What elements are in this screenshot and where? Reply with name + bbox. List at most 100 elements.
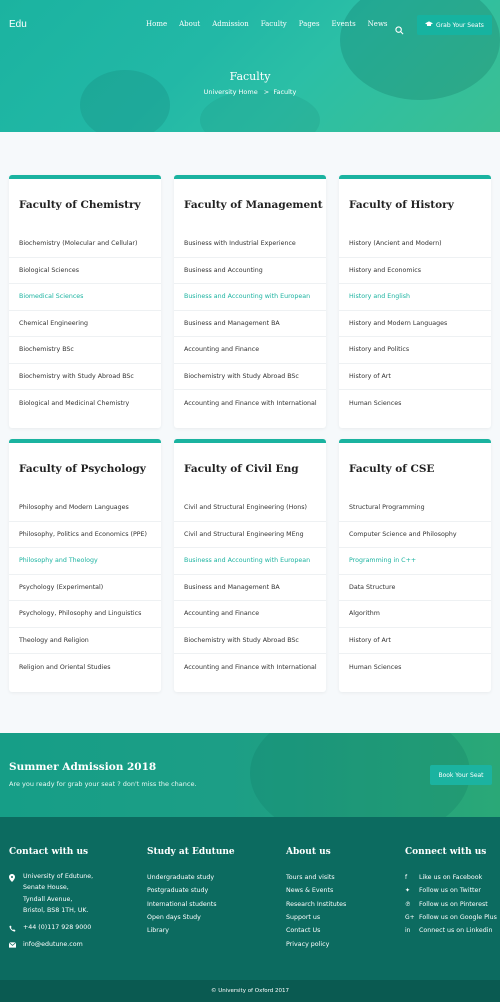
faculty-card-title: Faculty of History: [349, 199, 454, 211]
course-link[interactable]: Business and Management BA: [174, 575, 326, 601]
course-link[interactable]: Business and Accounting: [174, 258, 326, 284]
course-link[interactable]: Chemical Engineering: [9, 311, 161, 337]
footer-link[interactable]: Library: [147, 924, 217, 937]
footer-link[interactable]: Support us: [286, 911, 346, 924]
email-link[interactable]: info@edutune.com: [23, 941, 83, 948]
course-link[interactable]: History and Economics: [339, 258, 491, 284]
course-link[interactable]: History and Modern Languages: [339, 311, 491, 337]
footer-link[interactable]: International students: [147, 898, 217, 911]
address-block: University of Edutune, Senate House, Tyn…: [23, 871, 93, 916]
social-link-list: f Like us on Facebook ✦ Follow us on Twitt…: [405, 871, 497, 937]
social-link-label: Follow us on Google Plus: [419, 914, 497, 922]
course-link[interactable]: Data Structure: [339, 575, 491, 601]
course-link[interactable]: Biochemistry with Study Abroad BSc: [9, 364, 161, 390]
social-link-linkedin[interactable]: in Connect us on Linkedin: [405, 924, 497, 937]
hero-background-shape: [200, 90, 320, 132]
course-link[interactable]: Philosophy and Modern Languages: [9, 495, 161, 522]
phone-icon: [9, 925, 16, 934]
course-link[interactable]: Computer Science and Philosophy: [339, 522, 491, 548]
course-link[interactable]: Business and Accounting with European: [174, 548, 326, 575]
book-your-seat-button[interactable]: Book Your Seat: [430, 765, 492, 785]
course-link[interactable]: Human Sciences: [339, 390, 491, 417]
course-link[interactable]: Algorithm: [339, 601, 491, 628]
facebook-icon: f: [405, 874, 408, 882]
footer-link[interactable]: Postgraduate study: [147, 884, 217, 897]
course-link[interactable]: Biological and Medicinal Chemistry: [9, 390, 161, 417]
menu-item-admission[interactable]: Admission: [212, 20, 249, 28]
social-link-facebook[interactable]: f Like us on Facebook: [405, 871, 497, 884]
course-link[interactable]: Biochemistry (Molecular and Cellular): [9, 231, 161, 258]
site-logo[interactable]: Edu: [9, 19, 27, 30]
menu-item-events[interactable]: Events: [332, 20, 356, 28]
course-link[interactable]: Human Sciences: [339, 654, 491, 681]
social-link-label: Follow us on Pinterest: [419, 900, 488, 908]
admission-banner: Summer Admission 2018 Are you ready for …: [0, 733, 500, 817]
course-link[interactable]: History (Ancient and Modern): [339, 231, 491, 258]
menu-item-about[interactable]: About: [179, 20, 200, 28]
breadcrumb: University Home > Faculty: [0, 88, 500, 96]
menu-item-pages[interactable]: Pages: [299, 20, 320, 28]
social-link-label: Like us on Facebook: [419, 874, 483, 882]
address-line: University of Edutune,: [23, 873, 94, 880]
social-link-twitter[interactable]: ✦ Follow us on Twitter: [405, 884, 497, 897]
course-link[interactable]: History of Art: [339, 364, 491, 390]
course-list: Philosophy and Modern Languages Philosop…: [9, 495, 161, 681]
course-link[interactable]: Accounting and Finance with Internationa…: [174, 390, 326, 417]
footer-link[interactable]: Tours and visits: [286, 871, 346, 884]
grab-your-seats-button[interactable]: Grab Your Seats: [417, 15, 492, 35]
faculty-card-civil-eng: Faculty of Civil Eng Civil and Structura…: [174, 439, 326, 692]
footer-link-list: Tours and visits News & Events Research …: [286, 871, 346, 951]
course-link[interactable]: Biological Sciences: [9, 258, 161, 284]
course-link[interactable]: Accounting and Finance: [174, 601, 326, 628]
course-link[interactable]: Programming in C++: [339, 548, 491, 575]
course-link[interactable]: Civil and Structural Engineering (Hons): [174, 495, 326, 522]
footer-heading: Connect with us: [405, 847, 487, 857]
social-link-pinterest[interactable]: ℗ Follow us on Pinterest: [405, 898, 497, 911]
course-link[interactable]: Structural Programming: [339, 495, 491, 522]
course-link[interactable]: Biochemistry with Study Abroad BSc: [174, 628, 326, 654]
course-link[interactable]: Philosophy and Theology: [9, 548, 161, 575]
social-link-label: Follow us on Twitter: [419, 887, 481, 895]
faculty-card-title: Faculty of Civil Eng: [184, 463, 299, 475]
course-link[interactable]: Biochemistry with Study Abroad BSc: [174, 364, 326, 390]
copyright: © University of Oxford 2017: [0, 980, 500, 1002]
menu-item-home[interactable]: Home: [146, 20, 167, 28]
address-line: Tyndall Avenue,: [23, 895, 73, 903]
social-link-google-plus[interactable]: G+ Follow us on Google Plus: [405, 911, 497, 924]
phone-number[interactable]: +44 (0)117 928 9000: [23, 924, 91, 931]
course-link[interactable]: History and English: [339, 284, 491, 311]
course-link[interactable]: Accounting and Finance: [174, 337, 326, 364]
footer-link[interactable]: Privacy policy: [286, 937, 346, 950]
course-link[interactable]: Business and Accounting with European: [174, 284, 326, 311]
footer-heading: Contact with us: [9, 847, 89, 857]
course-link[interactable]: Theology and Religion: [9, 628, 161, 654]
course-link[interactable]: Civil and Structural Engineering MEng: [174, 522, 326, 548]
footer-link[interactable]: Undergraduate study: [147, 871, 217, 884]
course-link[interactable]: Psychology (Experimental): [9, 575, 161, 601]
footer-link[interactable]: News & Events: [286, 884, 346, 897]
top-navbar: Edu Home About Admission Faculty Pages E…: [0, 0, 500, 48]
breadcrumb-home-link[interactable]: University Home: [204, 88, 258, 96]
course-link[interactable]: Biochemistry BSc: [9, 337, 161, 364]
course-link[interactable]: Psychology, Philosophy and Linguistics: [9, 601, 161, 628]
footer-link[interactable]: Contact Us: [286, 924, 346, 937]
course-list: Business with Industrial Experience Busi…: [174, 231, 326, 417]
faculty-card-history: Faculty of History History (Ancient and …: [339, 175, 491, 428]
menu-item-faculty[interactable]: Faculty: [261, 20, 287, 28]
course-link[interactable]: Business with Industrial Experience: [174, 231, 326, 258]
twitter-icon: ✦: [405, 887, 411, 895]
course-link[interactable]: Business and Management BA: [174, 311, 326, 337]
course-link[interactable]: Philosophy, Politics and Economics (PPE): [9, 522, 161, 548]
course-link[interactable]: Religion and Oriental Studies: [9, 654, 161, 681]
course-link[interactable]: Accounting and Finance with Internationa…: [174, 654, 326, 681]
course-link[interactable]: History of Art: [339, 628, 491, 654]
course-link[interactable]: Biomedical Sciences: [9, 284, 161, 311]
footer-link[interactable]: Research Institutes: [286, 898, 346, 911]
google-plus-icon: G+: [405, 914, 415, 922]
footer-heading: Study at Edutune: [147, 847, 235, 857]
course-link[interactable]: History and Politics: [339, 337, 491, 364]
footer-link[interactable]: Open days Study: [147, 911, 217, 924]
menu-item-news[interactable]: News: [368, 20, 388, 28]
main-menu: Home About Admission Faculty Pages Event…: [146, 20, 400, 28]
search-icon[interactable]: [395, 20, 404, 35]
